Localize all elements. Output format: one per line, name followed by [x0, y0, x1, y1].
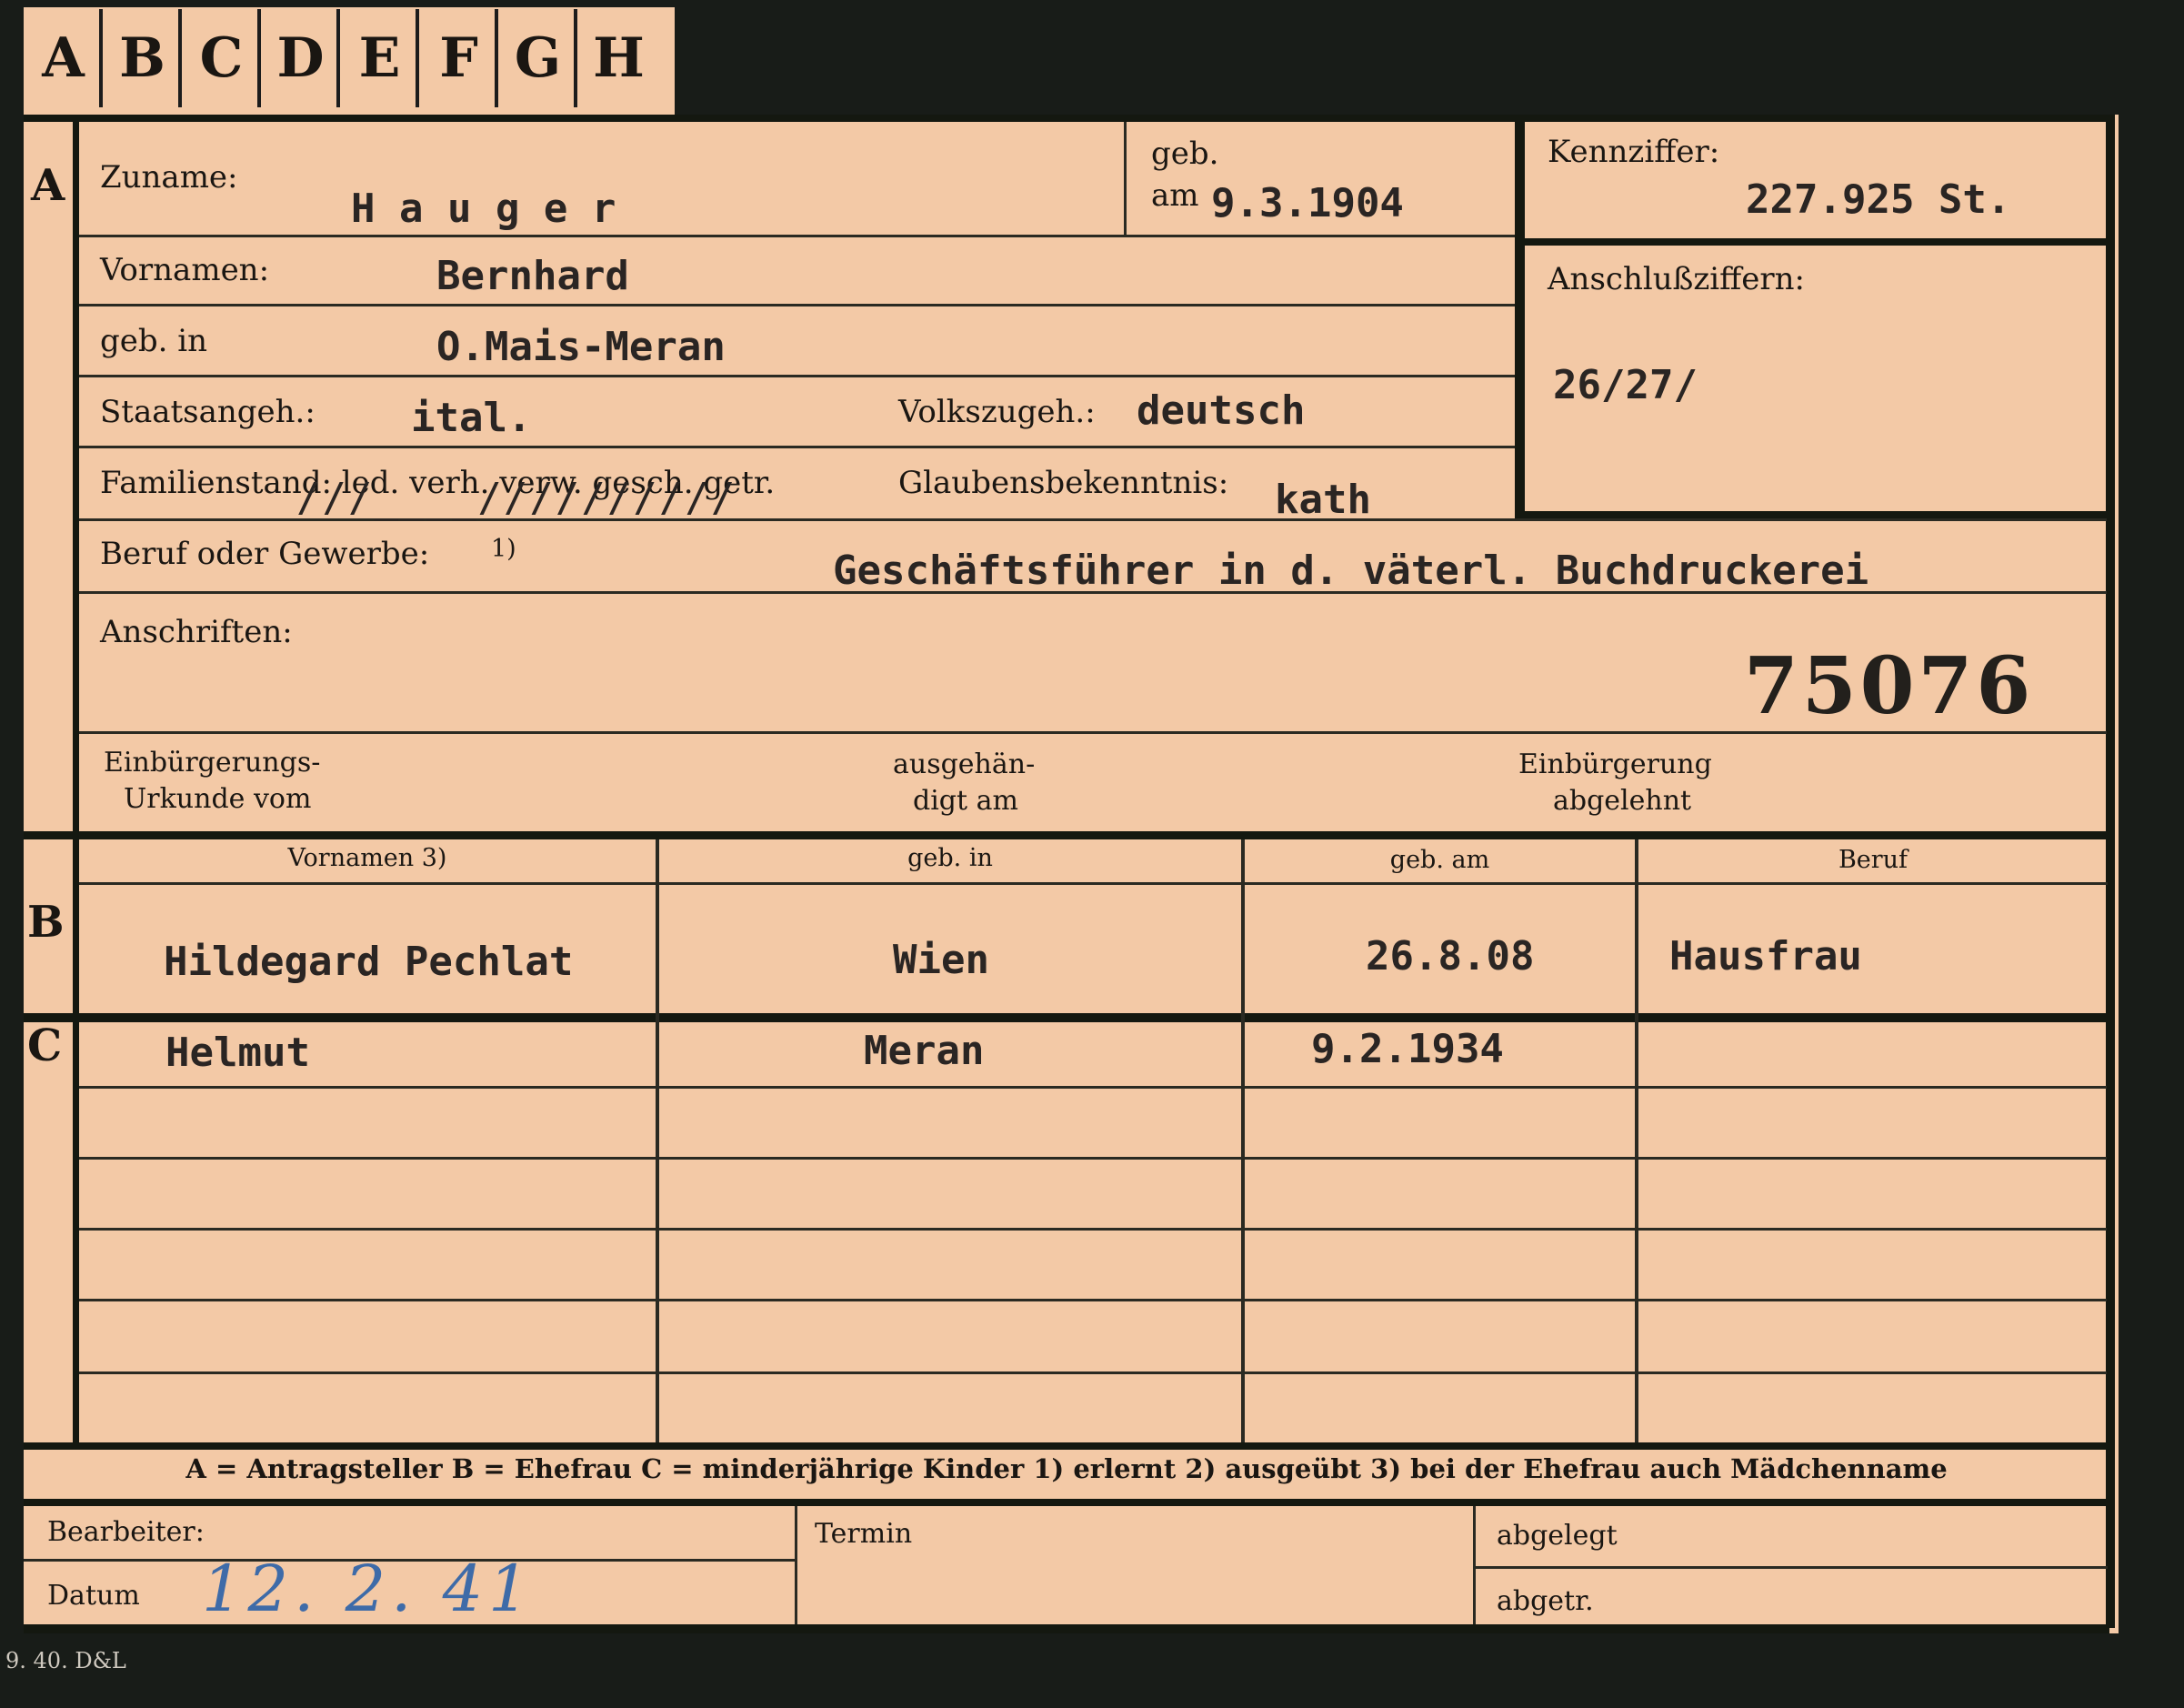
b-header-line-1	[79, 882, 656, 885]
vornamen-label: Vornamen:	[100, 252, 270, 288]
ehefrau-vornamen: Hildegard Pechlat	[164, 939, 574, 985]
beruf-value: Geschäftsführer in d. väterl. Buchdrucke…	[833, 548, 1869, 594]
abgetr-label: abgetr.	[1497, 1585, 1594, 1617]
right-border	[2106, 118, 2115, 1628]
tab-b: B	[106, 9, 182, 107]
section-b-marker: B	[27, 897, 65, 948]
abgelehnt-label-2: abgelehnt	[1553, 785, 1692, 817]
c-row-line	[79, 1228, 2107, 1231]
datum-value: 12. 2. 41	[202, 1552, 535, 1626]
row-line	[79, 375, 1515, 377]
section-c-marker: C	[27, 1020, 63, 1071]
section-c-top-border	[24, 1013, 2109, 1022]
b-header-geb-in: geb. in	[907, 844, 993, 872]
einbuergerung-label-1: Einbürgerungs-	[104, 747, 321, 779]
geb-in-value: O.Mais-Meran	[436, 324, 726, 370]
row-line	[79, 235, 1515, 237]
geb-am-label-2: am	[1151, 177, 1199, 214]
kennziffer-label: Kennziffer:	[1548, 134, 1720, 170]
staatsangeh-value: ital.	[411, 395, 532, 441]
section-b-top-border	[24, 831, 2109, 839]
c-row-line	[79, 1299, 2107, 1301]
termin-label: Termin	[815, 1518, 913, 1550]
anschlussziffern-value: 26/27/	[1553, 362, 1698, 408]
footer-divider-1	[795, 1506, 797, 1628]
geb-in-label: geb. in	[100, 323, 208, 359]
beruf-footnote: 1)	[491, 535, 516, 563]
kind-1-geb-in: Meran	[864, 1028, 985, 1074]
einbuergerung-label-2: Urkunde vom	[124, 783, 312, 815]
legend-top-border	[24, 1442, 2109, 1450]
tab-c: C	[185, 9, 261, 107]
tab-e: E	[344, 9, 419, 107]
datum-label: Datum	[47, 1580, 140, 1612]
legend-text: A = Antragsteller B = Ehefrau C = minder…	[185, 1453, 1948, 1484]
ehefrau-beruf: Hausfrau	[1669, 933, 1862, 980]
volkszugeh-value: deutsch	[1137, 387, 1306, 434]
top-border	[24, 115, 2115, 122]
b-header-line-3	[1245, 882, 1635, 885]
c-row-line	[79, 1086, 2107, 1089]
tab-h: H	[593, 26, 645, 90]
stamp-number: 75076	[1744, 640, 2035, 732]
tab-f: F	[423, 9, 498, 107]
anschriften-label: Anschriften:	[100, 614, 293, 650]
b-header-line-4	[1638, 882, 2108, 885]
col-divider-3	[1635, 839, 1638, 1442]
print-mark: 9. 40. D&L	[5, 1648, 126, 1673]
kind-1-geb-am: 9.2.1934	[1311, 1026, 1504, 1072]
abgelehnt-label-1: Einbürgerung	[1518, 749, 1712, 780]
tab-g: G	[502, 9, 577, 107]
b-header-beruf: Beruf	[1838, 846, 1908, 874]
col-divider-2	[1241, 839, 1245, 1442]
tab-a: A	[27, 9, 103, 107]
legend-bottom-border	[24, 1499, 2109, 1506]
volkszugeh-label: Volkszugeh.:	[898, 394, 1096, 430]
abgelegt-label: abgelegt	[1497, 1520, 1618, 1552]
ausgehaendigt-label-1: ausgehän-	[893, 749, 1036, 780]
kind-1-vornamen: Helmut	[165, 1030, 310, 1076]
geb-am-value: 9.3.1904	[1211, 180, 1404, 226]
card	[24, 115, 2119, 1633]
glaubensbekenntnis-label: Glaubensbekenntnis:	[898, 465, 1229, 501]
left-gutter-line	[73, 118, 79, 1442]
beruf-label: Beruf oder Gewerbe:	[100, 536, 430, 572]
glaubensbekenntnis-value: kath	[1275, 477, 1371, 523]
zuname-value: H a u g e r	[351, 186, 616, 232]
ehefrau-geb-am: 26.8.08	[1366, 933, 1535, 980]
geb-am-divider	[1124, 122, 1127, 235]
row-line	[79, 446, 1515, 448]
staatsangeh-label: Staatsangeh.:	[100, 394, 316, 430]
ausgehaendigt-label-2: digt am	[913, 785, 1018, 817]
zuname-label: Zuname:	[100, 159, 238, 196]
vornamen-value: Bernhard	[436, 253, 629, 299]
familienstand-marks: ///____//////////	[296, 475, 737, 521]
c-row-line	[79, 1371, 2107, 1374]
section-a-marker: A	[31, 160, 65, 211]
b-header-geb-am: geb. am	[1389, 846, 1490, 874]
tab-d: D	[265, 9, 340, 107]
bearbeiter-label: Bearbeiter:	[47, 1516, 205, 1548]
anschlussziffern-label: Anschlußziffern:	[1548, 261, 1805, 297]
kennziffer-value: 227.925 St.	[1746, 176, 2011, 223]
ehefrau-geb-in: Wien	[893, 937, 989, 983]
row-line	[79, 304, 1515, 306]
b-header-line-2	[659, 882, 1241, 885]
col-divider-1	[656, 839, 659, 1442]
footer-row-line-right	[1476, 1566, 2108, 1569]
kennziffer-box-divider	[1515, 238, 2109, 246]
geb-am-label-1: geb.	[1151, 136, 1219, 172]
b-header-vornamen: Vornamen 3)	[287, 844, 447, 872]
c-row-line	[79, 1157, 2107, 1160]
kennziffer-box-left	[1515, 118, 1525, 518]
